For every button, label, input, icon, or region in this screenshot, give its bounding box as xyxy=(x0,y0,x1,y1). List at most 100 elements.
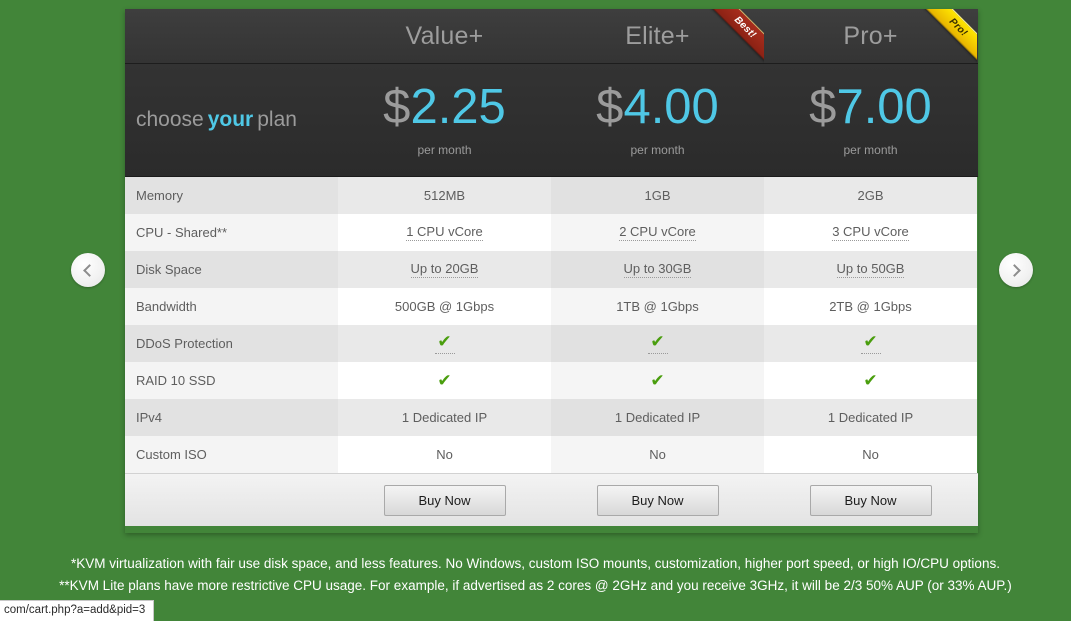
pro-ribbon-wrap: Pro! xyxy=(921,9,977,65)
feature-value-cell: 512MB xyxy=(338,177,551,214)
tagline-pre: choose xyxy=(136,108,204,131)
currency-symbol: $ xyxy=(596,80,624,134)
feature-value-cell: No xyxy=(338,436,551,473)
buy-now-button[interactable]: Buy Now xyxy=(809,484,932,516)
tagline-highlight: your xyxy=(207,108,254,131)
tagline-post: plan xyxy=(257,108,297,131)
feature-value-cell[interactable]: ✔ xyxy=(551,325,764,362)
feature-value-text: 512MB xyxy=(423,188,466,203)
footnotes: *KVM virtualization with fair use disk s… xyxy=(0,553,1071,597)
feature-value-cell[interactable]: 1 CPU vCore xyxy=(338,214,551,251)
pricing-table: Value+ Elite+ Best! Pro+ Pro! choose you… xyxy=(125,9,978,533)
carousel-next-button[interactable] xyxy=(999,253,1033,287)
feature-rows: Memory 512MB 1GB 2GB CPU - Shared** 1 CPU vCo… xyxy=(125,177,978,473)
feature-value-cell: 1GB xyxy=(551,177,764,214)
feature-value-text: 1 Dedicated IP xyxy=(401,410,488,425)
buy-now-button[interactable]: Buy Now xyxy=(383,484,506,516)
billing-period-label: per month xyxy=(843,143,898,157)
feature-value-cell: 2TB @ 1Gbps xyxy=(764,288,977,325)
table-row: Bandwidth 500GB @ 1Gbps 1TB @ 1Gbps 2TB @ 1… xyxy=(125,288,978,325)
feature-value-text: 1 Dedicated IP xyxy=(614,410,701,425)
best-ribbon-badge: Best! xyxy=(708,9,764,65)
plan-name-header-row: Value+ Elite+ Best! Pro+ Pro! xyxy=(125,9,978,65)
table-row: CPU - Shared** 1 CPU vCore 2 CPU vCore 3 CP… xyxy=(125,214,978,251)
feature-value-cell[interactable]: Up to 30GB xyxy=(551,251,764,288)
feature-label: IPv4 xyxy=(125,399,338,436)
price-value: 7.00 xyxy=(836,80,932,134)
feature-value-text: 500GB @ 1Gbps xyxy=(394,299,495,314)
feature-label: DDoS Protection xyxy=(125,325,338,362)
buy-cell-pro: Buy Now xyxy=(764,484,977,516)
feature-value-text: 1 Dedicated IP xyxy=(827,410,914,425)
feature-value-cell[interactable]: Up to 20GB xyxy=(338,251,551,288)
feature-value-text: No xyxy=(862,447,879,462)
feature-value-cell: 1TB @ 1Gbps xyxy=(551,288,764,325)
feature-value-text: 1TB @ 1Gbps xyxy=(616,299,699,314)
chevron-right-icon xyxy=(1008,263,1021,277)
checkmark-icon: ✔ xyxy=(437,372,451,389)
feature-value-cell: ✔ xyxy=(764,362,977,399)
price-row: choose your plan $2.25 per month $4.00 p… xyxy=(125,64,978,177)
carousel-prev-button[interactable] xyxy=(71,253,105,287)
feature-label: RAID 10 SSD xyxy=(125,362,338,399)
feature-value-tooltip[interactable]: Up to 30GB xyxy=(623,261,692,278)
feature-value-tooltip[interactable]: 1 CPU vCore xyxy=(406,224,483,241)
price-amount: $4.00 xyxy=(596,83,719,132)
feature-value-text: No xyxy=(436,447,453,462)
checkmark-glyph: ✔ xyxy=(863,332,878,351)
table-row: IPv4 1 Dedicated IP 1 Dedicated IP 1 Dedica… xyxy=(125,399,978,436)
feature-value-cell[interactable]: 2 CPU vCore xyxy=(551,214,764,251)
price-cell-pro: $7.00 per month xyxy=(764,64,977,176)
plan-header-value: Value+ xyxy=(338,9,551,63)
plan-name-label: Pro+ xyxy=(843,21,898,50)
feature-value-text: 2TB @ 1Gbps xyxy=(829,299,912,314)
plan-name-label: Value+ xyxy=(405,21,484,50)
footnote-line-1: *KVM virtualization with fair use disk s… xyxy=(71,556,1000,571)
currency-symbol: $ xyxy=(383,80,411,134)
feature-value-cell: ✔ xyxy=(338,362,551,399)
checkmark-icon: ✔ xyxy=(434,333,455,354)
feature-value-cell: No xyxy=(551,436,764,473)
price-amount: $7.00 xyxy=(809,83,932,132)
plan-name-label: Elite+ xyxy=(625,21,690,50)
feature-value-cell[interactable]: 3 CPU vCore xyxy=(764,214,977,251)
feature-value-tooltip[interactable]: 2 CPU vCore xyxy=(619,224,696,241)
buy-now-button[interactable]: Buy Now xyxy=(596,484,719,516)
price-value: 4.00 xyxy=(623,80,719,134)
buy-row: Buy Now Buy Now Buy Now xyxy=(125,473,978,526)
feature-value-cell: 1 Dedicated IP xyxy=(338,399,551,436)
checkmark-icon: ✔ xyxy=(863,372,877,389)
feature-label: Disk Space xyxy=(125,251,338,288)
currency-symbol: $ xyxy=(809,80,837,134)
status-url: com/cart.php?a=add&pid=3 xyxy=(4,604,146,616)
billing-period-label: per month xyxy=(630,143,685,157)
buy-cell-value: Buy Now xyxy=(338,484,551,516)
table-row: RAID 10 SSD ✔ ✔ ✔ xyxy=(125,362,978,399)
feature-value-cell[interactable]: ✔ xyxy=(764,325,977,362)
price-cell-value: $2.25 per month xyxy=(338,64,551,176)
checkmark-glyph: ✔ xyxy=(437,371,452,390)
feature-value-cell[interactable]: Up to 50GB xyxy=(764,251,977,288)
checkmark-glyph: ✔ xyxy=(650,371,665,390)
feature-value-cell[interactable]: ✔ xyxy=(338,325,551,362)
feature-value-tooltip[interactable]: Up to 20GB xyxy=(410,261,479,278)
tooltip-underline xyxy=(860,353,881,354)
feature-value-tooltip[interactable]: 3 CPU vCore xyxy=(832,224,909,241)
chevron-left-icon xyxy=(83,263,96,277)
plan-header-elite: Elite+ Best! xyxy=(551,9,764,65)
price-amount: $2.25 xyxy=(383,83,506,132)
feature-value-text: 1GB xyxy=(644,188,671,203)
checkmark-glyph: ✔ xyxy=(863,371,878,390)
best-ribbon-wrap: Best! xyxy=(708,9,764,65)
plan-header-pro: Pro+ Pro! xyxy=(764,9,977,65)
feature-value-cell: 500GB @ 1Gbps xyxy=(338,288,551,325)
checkmark-icon: ✔ xyxy=(650,372,664,389)
checkmark-icon: ✔ xyxy=(860,332,881,354)
price-value: 2.25 xyxy=(410,80,506,134)
tooltip-underline xyxy=(647,353,668,354)
feature-value-tooltip[interactable]: Up to 50GB xyxy=(836,261,905,278)
feature-label: Memory xyxy=(125,177,338,214)
pro-ribbon-badge: Pro! xyxy=(921,9,977,65)
footnote-line-2: **KVM Lite plans have more restrictive C… xyxy=(59,578,1012,593)
feature-label: CPU - Shared** xyxy=(125,214,338,251)
